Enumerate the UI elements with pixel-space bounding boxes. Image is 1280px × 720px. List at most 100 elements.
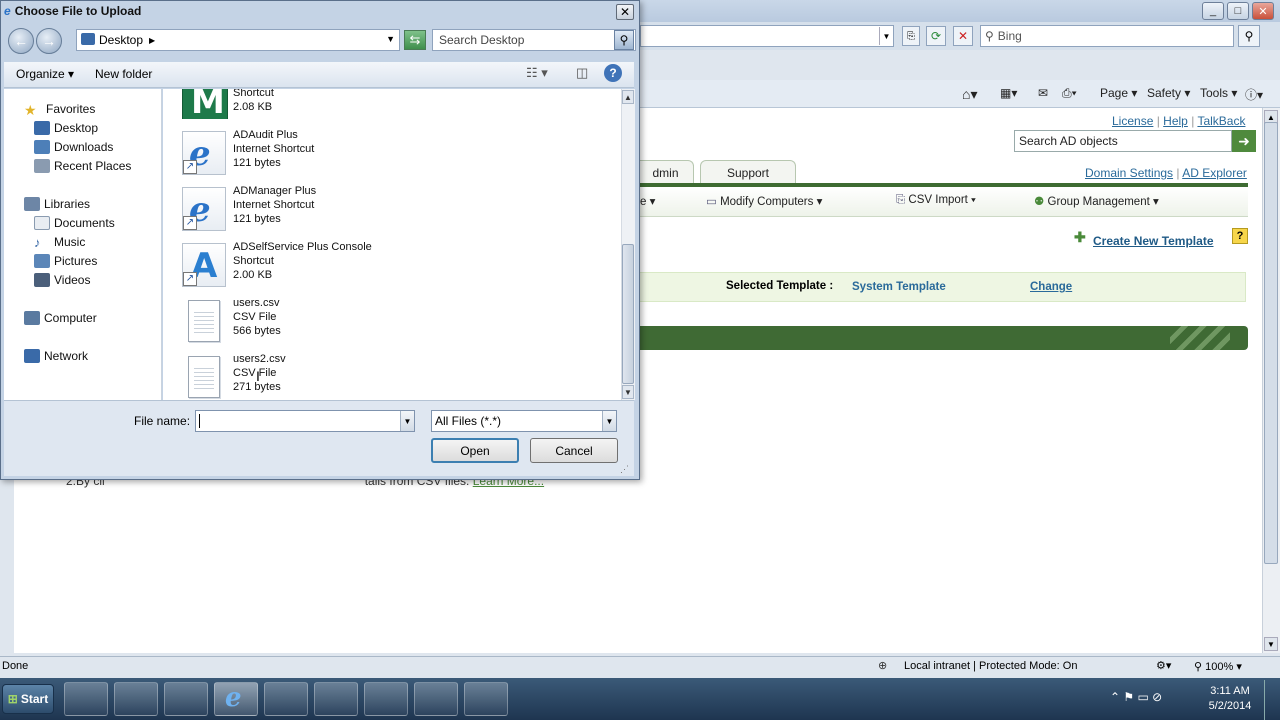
stop-icon[interactable]: ✕ <box>953 26 973 46</box>
dialog-close-button[interactable]: ✕ <box>616 4 634 20</box>
file-item[interactable]: e ↗ ADAudit Plus Internet Shortcut 121 by… <box>180 129 480 183</box>
maximize-button[interactable]: □ <box>1227 2 1249 20</box>
feeds-icon[interactable]: ▦▾ <box>1000 86 1017 100</box>
tab-support[interactable]: Support <box>700 160 796 184</box>
compat-view-icon[interactable]: ⎘ <box>902 26 920 46</box>
file-name-input[interactable]: ▼ <box>195 410 415 432</box>
file-type-dropdown-icon[interactable]: ▼ <box>602 411 616 431</box>
license-link[interactable]: License <box>1112 114 1153 128</box>
minimize-button[interactable]: _ <box>1202 2 1224 20</box>
tray-icons[interactable]: ⌃ ⚑ ▭ ⊘ <box>1110 690 1162 704</box>
forward-button[interactable]: → <box>36 28 62 54</box>
resize-grip-icon[interactable]: ⋰ <box>620 464 629 475</box>
help-icon[interactable]: ⓘ▾ <box>1245 86 1263 103</box>
location-breadcrumb[interactable]: Desktop ▶ ▼ <box>76 29 400 51</box>
taskbar-app-icon[interactable] <box>264 682 308 716</box>
clock[interactable]: 3:11 AM 5/2/2014 <box>1198 684 1262 714</box>
file-type: CSV File <box>233 367 277 379</box>
file-item[interactable]: users2.csv CSV File 271 bytes <box>180 353 480 400</box>
ad-explorer-link[interactable]: AD Explorer <box>1182 166 1247 180</box>
nav-computer[interactable]: Computer <box>24 309 97 327</box>
selected-template-value: System Template <box>852 281 946 293</box>
file-item[interactable]: e ↗ ADManager Plus Internet Shortcut 121 … <box>180 185 480 239</box>
nav-recent-places[interactable]: Recent Places <box>34 157 131 175</box>
preview-pane-icon[interactable]: ◫ <box>576 65 588 81</box>
subnav-partial-menu[interactable]: e ▾ <box>640 194 655 208</box>
page-menu[interactable]: Page ▾ <box>1100 86 1137 100</box>
modify-computers-menu[interactable]: ▭ Modify Computers ▾ <box>706 194 822 208</box>
taskbar-powershell-icon[interactable] <box>114 682 158 716</box>
help-badge[interactable]: ? <box>1232 228 1248 244</box>
zoom-control[interactable]: ⚲ 100% ▾ <box>1194 660 1242 673</box>
taskbar-toolbox-icon[interactable] <box>364 682 408 716</box>
scroll-down-arrow[interactable]: ▼ <box>622 385 634 399</box>
nav-favorites[interactable]: ★ Favorites <box>24 100 95 118</box>
page-scroll-thumb[interactable] <box>1264 122 1278 564</box>
taskbar-paint-icon[interactable] <box>464 682 508 716</box>
windows-logo-icon: ⊞ <box>7 692 18 706</box>
organize-button[interactable]: Organize ▾ <box>16 67 74 81</box>
bing-search-input[interactable]: ⚲ Bing <box>980 25 1234 47</box>
clock-date: 5/2/2014 <box>1208 700 1252 712</box>
safety-menu[interactable]: Safety ▾ <box>1147 86 1190 100</box>
print-icon[interactable]: ⎙▾ <box>1062 86 1077 101</box>
change-view-icon[interactable]: ☷ ▾ <box>526 65 548 81</box>
address-input[interactable] <box>640 25 894 47</box>
search-desktop-input[interactable]: Search Desktop <box>432 29 636 51</box>
taskbar-ie-icon[interactable]: e <box>214 682 258 716</box>
group-management-menu[interactable]: ⚉ Group Management ▾ <box>1034 194 1159 208</box>
nav-desktop[interactable]: Desktop <box>34 119 98 137</box>
start-button[interactable]: ⊞ Start <box>2 684 54 714</box>
csv-import-menu[interactable]: ⎘ CSV Import ▾ <box>896 194 976 207</box>
videos-icon <box>34 273 50 287</box>
tab-admin[interactable]: dmin <box>638 160 694 184</box>
open-button[interactable]: Open <box>431 438 519 463</box>
address-dropdown-icon[interactable]: ▼ <box>879 27 893 45</box>
file-type-select[interactable]: All Files (*.*) ▼ <box>431 410 617 432</box>
tools-menu[interactable]: Tools ▾ <box>1200 86 1237 100</box>
file-item[interactable]: A ↗ ADSelfService Plus Console Shortcut 2… <box>180 241 480 295</box>
file-name-dropdown-icon[interactable]: ▼ <box>400 411 414 431</box>
file-type: Shortcut <box>233 89 274 99</box>
taskbar-explorer-icon[interactable] <box>164 682 208 716</box>
help-link[interactable]: Help <box>1163 114 1188 128</box>
nav-videos[interactable]: Videos <box>34 271 90 289</box>
bing-search-button[interactable]: ⚲ <box>1238 25 1260 47</box>
close-window-button[interactable]: ✕ <box>1252 2 1274 20</box>
change-template-link[interactable]: Change <box>1030 281 1072 293</box>
search-go-arrow-icon[interactable]: ➜ <box>1232 130 1256 152</box>
scroll-down-arrow[interactable]: ▼ <box>1264 637 1278 651</box>
new-folder-button[interactable]: New folder <box>95 67 152 81</box>
domain-settings-link[interactable]: Domain Settings <box>1085 166 1173 180</box>
nav-downloads[interactable]: Downloads <box>34 138 113 156</box>
file-item[interactable]: users.csv CSV File 566 bytes <box>180 297 480 351</box>
file-item[interactable]: M Shortcut 2.08 KB <box>180 89 480 119</box>
location-dropdown-icon[interactable]: ▼ <box>386 34 395 44</box>
zone-status[interactable]: Local intranet | Protected Mode: On <box>904 660 1077 672</box>
talkback-link[interactable]: TalkBack <box>1197 114 1245 128</box>
create-new-template-link[interactable]: Create New Template <box>1093 234 1214 248</box>
taskbar-tools-icon[interactable] <box>414 682 458 716</box>
protected-mode-icon[interactable]: ⚙▾ <box>1156 659 1171 672</box>
nav-libraries[interactable]: Libraries <box>24 195 90 213</box>
back-button[interactable]: ← <box>8 28 34 54</box>
cancel-button[interactable]: Cancel <box>530 438 618 463</box>
refresh-icon[interactable]: ⟳ <box>926 26 946 46</box>
taskbar-notepad-icon[interactable] <box>314 682 358 716</box>
search-ad-input[interactable]: Search AD objects <box>1014 130 1232 152</box>
nav-pictures[interactable]: Pictures <box>34 252 97 270</box>
taskbar-server-manager-icon[interactable] <box>64 682 108 716</box>
nav-documents[interactable]: Documents <box>34 214 115 232</box>
help-icon[interactable]: ? <box>604 64 622 82</box>
nav-music[interactable]: ♪ Music <box>34 233 85 251</box>
show-desktop-button[interactable] <box>1264 680 1280 720</box>
file-list-scroll-thumb[interactable] <box>622 244 634 384</box>
scroll-up-arrow[interactable]: ▲ <box>622 90 634 104</box>
file-name: ADAudit Plus <box>233 129 298 141</box>
nav-network[interactable]: Network <box>24 347 88 365</box>
search-desktop-icon[interactable]: ⚲ <box>614 30 634 50</box>
refresh-location-button[interactable]: ⇆ <box>404 30 426 50</box>
csv-icon: ⎘ <box>896 194 906 206</box>
mail-icon[interactable]: ✉ <box>1038 86 1048 100</box>
home-icon[interactable]: ⌂▾ <box>962 86 977 103</box>
